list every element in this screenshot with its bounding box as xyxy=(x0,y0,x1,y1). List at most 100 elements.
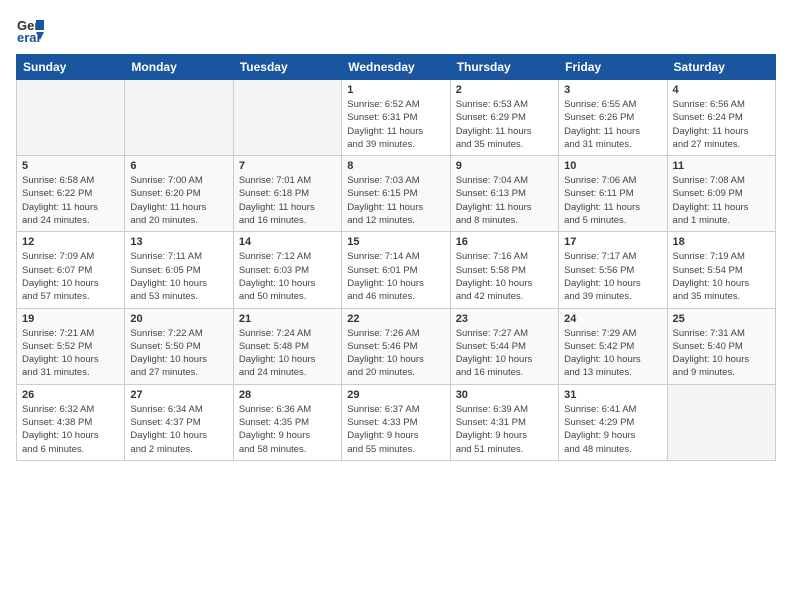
day-number: 18 xyxy=(673,236,770,248)
day-info: Sunrise: 7:17 AM Sunset: 5:56 PM Dayligh… xyxy=(564,250,661,303)
day-number: 16 xyxy=(456,236,553,248)
day-number: 9 xyxy=(456,160,553,172)
calendar-cell: 12 Sunrise: 7:09 AM Sunset: 6:07 PM Dayli… xyxy=(17,232,125,308)
day-number: 28 xyxy=(239,389,336,401)
day-number: 24 xyxy=(564,313,661,325)
day-info: Sunrise: 6:39 AM Sunset: 4:31 PM Dayligh… xyxy=(456,403,553,456)
calendar-cell: 2 Sunrise: 6:53 AM Sunset: 6:29 PM Daylig… xyxy=(450,80,558,156)
day-info: Sunrise: 6:32 AM Sunset: 4:38 PM Dayligh… xyxy=(22,403,119,456)
column-header-monday: Monday xyxy=(125,55,233,80)
calendar-cell: 1 Sunrise: 6:52 AM Sunset: 6:31 PM Daylig… xyxy=(342,80,450,156)
calendar-cell: 28 Sunrise: 6:36 AM Sunset: 4:35 PM Dayli… xyxy=(233,384,341,460)
day-info: Sunrise: 7:06 AM Sunset: 6:11 PM Dayligh… xyxy=(564,174,661,227)
column-header-wednesday: Wednesday xyxy=(342,55,450,80)
day-info: Sunrise: 6:55 AM Sunset: 6:26 PM Dayligh… xyxy=(564,98,661,151)
calendar-cell: 10 Sunrise: 7:06 AM Sunset: 6:11 PM Dayli… xyxy=(559,156,667,232)
calendar-cell: 24 Sunrise: 7:29 AM Sunset: 5:42 PM Dayli… xyxy=(559,308,667,384)
day-number: 30 xyxy=(456,389,553,401)
calendar-week-row: 19 Sunrise: 7:21 AM Sunset: 5:52 PM Dayli… xyxy=(17,308,776,384)
day-info: Sunrise: 6:37 AM Sunset: 4:33 PM Dayligh… xyxy=(347,403,444,456)
page-header: Gen eral xyxy=(16,16,776,44)
day-number: 12 xyxy=(22,236,119,248)
column-header-tuesday: Tuesday xyxy=(233,55,341,80)
calendar-cell: 7 Sunrise: 7:01 AM Sunset: 6:18 PM Daylig… xyxy=(233,156,341,232)
day-number: 29 xyxy=(347,389,444,401)
day-number: 2 xyxy=(456,84,553,96)
day-info: Sunrise: 7:14 AM Sunset: 6:01 PM Dayligh… xyxy=(347,250,444,303)
calendar-cell xyxy=(17,80,125,156)
day-number: 27 xyxy=(130,389,227,401)
day-number: 5 xyxy=(22,160,119,172)
day-info: Sunrise: 7:08 AM Sunset: 6:09 PM Dayligh… xyxy=(673,174,770,227)
calendar-cell: 14 Sunrise: 7:12 AM Sunset: 6:03 PM Dayli… xyxy=(233,232,341,308)
day-number: 31 xyxy=(564,389,661,401)
calendar-cell: 4 Sunrise: 6:56 AM Sunset: 6:24 PM Daylig… xyxy=(667,80,775,156)
calendar-cell xyxy=(667,384,775,460)
day-number: 10 xyxy=(564,160,661,172)
day-info: Sunrise: 7:22 AM Sunset: 5:50 PM Dayligh… xyxy=(130,327,227,380)
day-info: Sunrise: 7:27 AM Sunset: 5:44 PM Dayligh… xyxy=(456,327,553,380)
calendar-cell: 6 Sunrise: 7:00 AM Sunset: 6:20 PM Daylig… xyxy=(125,156,233,232)
calendar-header-row: SundayMondayTuesdayWednesdayThursdayFrid… xyxy=(17,55,776,80)
calendar-cell: 25 Sunrise: 7:31 AM Sunset: 5:40 PM Dayli… xyxy=(667,308,775,384)
day-number: 13 xyxy=(130,236,227,248)
calendar-cell: 11 Sunrise: 7:08 AM Sunset: 6:09 PM Dayli… xyxy=(667,156,775,232)
day-info: Sunrise: 7:16 AM Sunset: 5:58 PM Dayligh… xyxy=(456,250,553,303)
day-info: Sunrise: 7:00 AM Sunset: 6:20 PM Dayligh… xyxy=(130,174,227,227)
calendar-cell: 31 Sunrise: 6:41 AM Sunset: 4:29 PM Dayli… xyxy=(559,384,667,460)
day-info: Sunrise: 6:41 AM Sunset: 4:29 PM Dayligh… xyxy=(564,403,661,456)
day-number: 22 xyxy=(347,313,444,325)
day-info: Sunrise: 6:36 AM Sunset: 4:35 PM Dayligh… xyxy=(239,403,336,456)
logo-icon: Gen eral xyxy=(16,16,44,44)
day-info: Sunrise: 7:31 AM Sunset: 5:40 PM Dayligh… xyxy=(673,327,770,380)
day-number: 15 xyxy=(347,236,444,248)
day-number: 25 xyxy=(673,313,770,325)
calendar-table: SundayMondayTuesdayWednesdayThursdayFrid… xyxy=(16,54,776,461)
calendar-cell: 13Sunrise: 7:11 AM Sunset: 6:05 PM Dayli… xyxy=(125,232,233,308)
day-number: 14 xyxy=(239,236,336,248)
day-number: 17 xyxy=(564,236,661,248)
column-header-saturday: Saturday xyxy=(667,55,775,80)
day-number: 20 xyxy=(130,313,227,325)
calendar-week-row: 26Sunrise: 6:32 AM Sunset: 4:38 PM Dayli… xyxy=(17,384,776,460)
day-info: Sunrise: 6:52 AM Sunset: 6:31 PM Dayligh… xyxy=(347,98,444,151)
day-number: 7 xyxy=(239,160,336,172)
day-info: Sunrise: 6:53 AM Sunset: 6:29 PM Dayligh… xyxy=(456,98,553,151)
calendar-cell: 22 Sunrise: 7:26 AM Sunset: 5:46 PM Dayli… xyxy=(342,308,450,384)
calendar-cell: 27 Sunrise: 6:34 AM Sunset: 4:37 PM Dayli… xyxy=(125,384,233,460)
column-header-thursday: Thursday xyxy=(450,55,558,80)
day-info: Sunrise: 7:26 AM Sunset: 5:46 PM Dayligh… xyxy=(347,327,444,380)
day-info: Sunrise: 7:24 AM Sunset: 5:48 PM Dayligh… xyxy=(239,327,336,380)
day-info: Sunrise: 6:58 AM Sunset: 6:22 PM Dayligh… xyxy=(22,174,119,227)
day-number: 6 xyxy=(130,160,227,172)
calendar-cell xyxy=(233,80,341,156)
day-info: Sunrise: 7:21 AM Sunset: 5:52 PM Dayligh… xyxy=(22,327,119,380)
day-info: Sunrise: 7:19 AM Sunset: 5:54 PM Dayligh… xyxy=(673,250,770,303)
day-info: Sunrise: 6:34 AM Sunset: 4:37 PM Dayligh… xyxy=(130,403,227,456)
day-number: 4 xyxy=(673,84,770,96)
day-number: 11 xyxy=(673,160,770,172)
calendar-cell: 26Sunrise: 6:32 AM Sunset: 4:38 PM Dayli… xyxy=(17,384,125,460)
calendar-week-row: 1 Sunrise: 6:52 AM Sunset: 6:31 PM Daylig… xyxy=(17,80,776,156)
day-number: 3 xyxy=(564,84,661,96)
calendar-cell: 20 Sunrise: 7:22 AM Sunset: 5:50 PM Dayli… xyxy=(125,308,233,384)
calendar-cell: 8 Sunrise: 7:03 AM Sunset: 6:15 PM Daylig… xyxy=(342,156,450,232)
day-number: 8 xyxy=(347,160,444,172)
day-info: Sunrise: 7:09 AM Sunset: 6:07 PM Dayligh… xyxy=(22,250,119,303)
column-header-friday: Friday xyxy=(559,55,667,80)
day-info: Sunrise: 7:01 AM Sunset: 6:18 PM Dayligh… xyxy=(239,174,336,227)
day-number: 23 xyxy=(456,313,553,325)
logo: Gen eral xyxy=(16,16,48,44)
day-info: Sunrise: 6:56 AM Sunset: 6:24 PM Dayligh… xyxy=(673,98,770,151)
calendar-cell: 17 Sunrise: 7:17 AM Sunset: 5:56 PM Dayli… xyxy=(559,232,667,308)
calendar-week-row: 5 Sunrise: 6:58 AM Sunset: 6:22 PM Daylig… xyxy=(17,156,776,232)
day-number: 19 xyxy=(22,313,119,325)
day-info: Sunrise: 7:29 AM Sunset: 5:42 PM Dayligh… xyxy=(564,327,661,380)
calendar-cell: 15 Sunrise: 7:14 AM Sunset: 6:01 PM Dayli… xyxy=(342,232,450,308)
calendar-cell: 30 Sunrise: 6:39 AM Sunset: 4:31 PM Dayli… xyxy=(450,384,558,460)
calendar-cell: 29 Sunrise: 6:37 AM Sunset: 4:33 PM Dayli… xyxy=(342,384,450,460)
day-info: Sunrise: 7:03 AM Sunset: 6:15 PM Dayligh… xyxy=(347,174,444,227)
day-number: 1 xyxy=(347,84,444,96)
calendar-cell: 21Sunrise: 7:24 AM Sunset: 5:48 PM Dayli… xyxy=(233,308,341,384)
day-info: Sunrise: 7:12 AM Sunset: 6:03 PM Dayligh… xyxy=(239,250,336,303)
